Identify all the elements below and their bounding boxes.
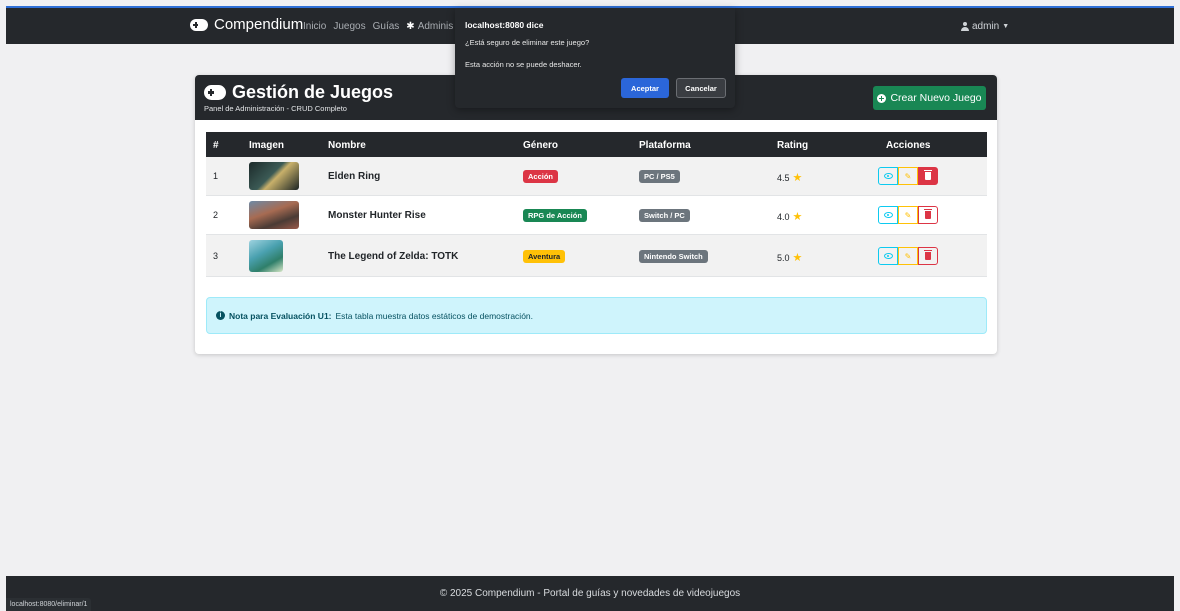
game-thumbnail (249, 201, 299, 229)
row-num: 2 (213, 210, 219, 220)
nav-link-inicio[interactable]: Inicio (303, 21, 326, 32)
delete-button[interactable] (918, 167, 938, 185)
game-name: Elden Ring (328, 171, 381, 182)
plus-circle-icon (877, 93, 887, 103)
caret-down-icon: ▼ (1002, 23, 1010, 30)
genre-badge: Aventura (523, 250, 566, 263)
games-admin-card: Gestión de Juegos Panel de Administració… (195, 75, 997, 354)
view-button[interactable] (878, 206, 898, 224)
col-header-rating: Rating (777, 140, 809, 151)
card-title-label: Gestión de Juegos (232, 82, 394, 102)
rating-value: 4.5 (777, 172, 790, 183)
eye-icon (883, 253, 893, 259)
view-button[interactable] (878, 247, 898, 265)
game-thumbnail (249, 240, 283, 272)
trash-icon (924, 250, 932, 260)
rating-value: 4.0 (777, 211, 790, 222)
game-thumbnail (249, 162, 299, 190)
col-header-image: Imagen (249, 140, 285, 151)
card-subtitle: Panel de Administración - CRUD Completo (204, 104, 347, 113)
dialog-accept-button[interactable]: Aceptar (621, 78, 669, 98)
edit-button[interactable]: ✎ (898, 167, 918, 185)
footer: © 2025 Compendium - Portal de guías y no… (6, 576, 1174, 611)
game-name: Monster Hunter Rise (328, 210, 426, 221)
col-header-actions: Acciones (886, 140, 931, 151)
row-actions: ✎ (878, 206, 938, 224)
table-row: 1 Elden Ring Acción PC / PS5 4.5 ★ ✎ (206, 157, 987, 196)
user-icon (961, 22, 969, 31)
table-row: 2 Monster Hunter Rise RPG de Acción Swit… (206, 196, 987, 235)
genre-badge: Acción (523, 170, 559, 183)
info-icon: i (216, 311, 225, 320)
platform-badge: Switch / PC (639, 209, 690, 222)
nav-link-guias[interactable]: Guías (373, 21, 400, 32)
pencil-icon: ✎ (904, 210, 912, 220)
edit-button[interactable]: ✎ (898, 206, 918, 224)
rating: 5.0 ★ (777, 251, 802, 264)
col-header-num: # (213, 140, 219, 151)
star-icon: ★ (792, 252, 803, 264)
star-icon: ★ (792, 211, 803, 223)
create-game-label: Crear Nuevo Juego (890, 92, 982, 104)
row-actions: ✎ (878, 167, 938, 185)
view-button[interactable] (878, 167, 898, 185)
browser-status-url: localhost:8080/eliminar/1 (6, 598, 92, 611)
eye-icon (883, 173, 893, 179)
delete-button[interactable] (918, 247, 938, 265)
gamepad-icon (204, 85, 226, 100)
brand-label: Compendium (214, 16, 304, 33)
delete-button[interactable] (918, 206, 938, 224)
footer-text: © 2025 Compendium - Portal de guías y no… (439, 588, 741, 599)
row-num: 3 (213, 251, 219, 261)
col-header-name: Nombre (328, 140, 366, 151)
dialog-title: localhost:8080 dice (465, 20, 544, 30)
nav-link-juegos[interactable]: Juegos (333, 21, 365, 32)
gamepad-icon (190, 18, 208, 31)
row-actions: ✎ (878, 247, 938, 265)
row-num: 1 (213, 171, 219, 181)
edit-button[interactable]: ✎ (898, 247, 918, 265)
nav-links: Inicio Juegos Guías ✱ Adminis (303, 21, 453, 32)
note-text: Esta tabla muestra datos estáticos de de… (335, 310, 534, 321)
brand[interactable]: Compendium (190, 16, 303, 33)
platform-badge: PC / PS5 (639, 170, 680, 183)
dialog-detail: Esta acción no se puede deshacer. (465, 60, 582, 69)
pencil-icon: ✎ (904, 251, 912, 261)
table-header: # Imagen Nombre Género Plataforma Rating… (206, 132, 987, 157)
rating: 4.0 ★ (777, 210, 802, 223)
nav-admin-label: Adminis (417, 21, 454, 32)
card-title: Gestión de Juegos (204, 82, 393, 103)
user-menu[interactable]: admin ▼ (961, 21, 1009, 32)
evaluation-note: i Nota para Evaluación U1: Esta tabla mu… (206, 297, 987, 334)
user-name: admin (972, 21, 1000, 32)
star-icon: ★ (792, 172, 803, 184)
create-game-button[interactable]: Crear Nuevo Juego (873, 86, 986, 110)
col-header-genre: Género (523, 140, 559, 151)
rating: 4.5 ★ (777, 171, 802, 184)
rating-value: 5.0 (777, 252, 790, 263)
col-header-platform: Plataforma (639, 140, 691, 151)
nav-link-admin[interactable]: ✱ Adminis (406, 21, 453, 32)
pencil-icon: ✎ (904, 171, 912, 181)
note-label: Nota para Evaluación U1: (229, 310, 332, 321)
game-name: The Legend of Zelda: TOTK (328, 251, 459, 262)
table-row: 3 The Legend of Zelda: TOTK Aventura Nin… (206, 235, 987, 277)
trash-icon (924, 170, 932, 180)
confirm-dialog: localhost:8080 dice ¿Está seguro de elim… (455, 8, 735, 108)
platform-badge: Nintendo Switch (639, 250, 708, 263)
trash-icon (924, 209, 932, 219)
eye-icon (883, 212, 893, 218)
dialog-message: ¿Está seguro de eliminar este juego? (465, 38, 590, 47)
genre-badge: RPG de Acción (523, 209, 587, 222)
dialog-cancel-button[interactable]: Cancelar (676, 78, 726, 98)
games-table: # Imagen Nombre Género Plataforma Rating… (206, 132, 987, 277)
gear-icon: ✱ (406, 21, 415, 32)
